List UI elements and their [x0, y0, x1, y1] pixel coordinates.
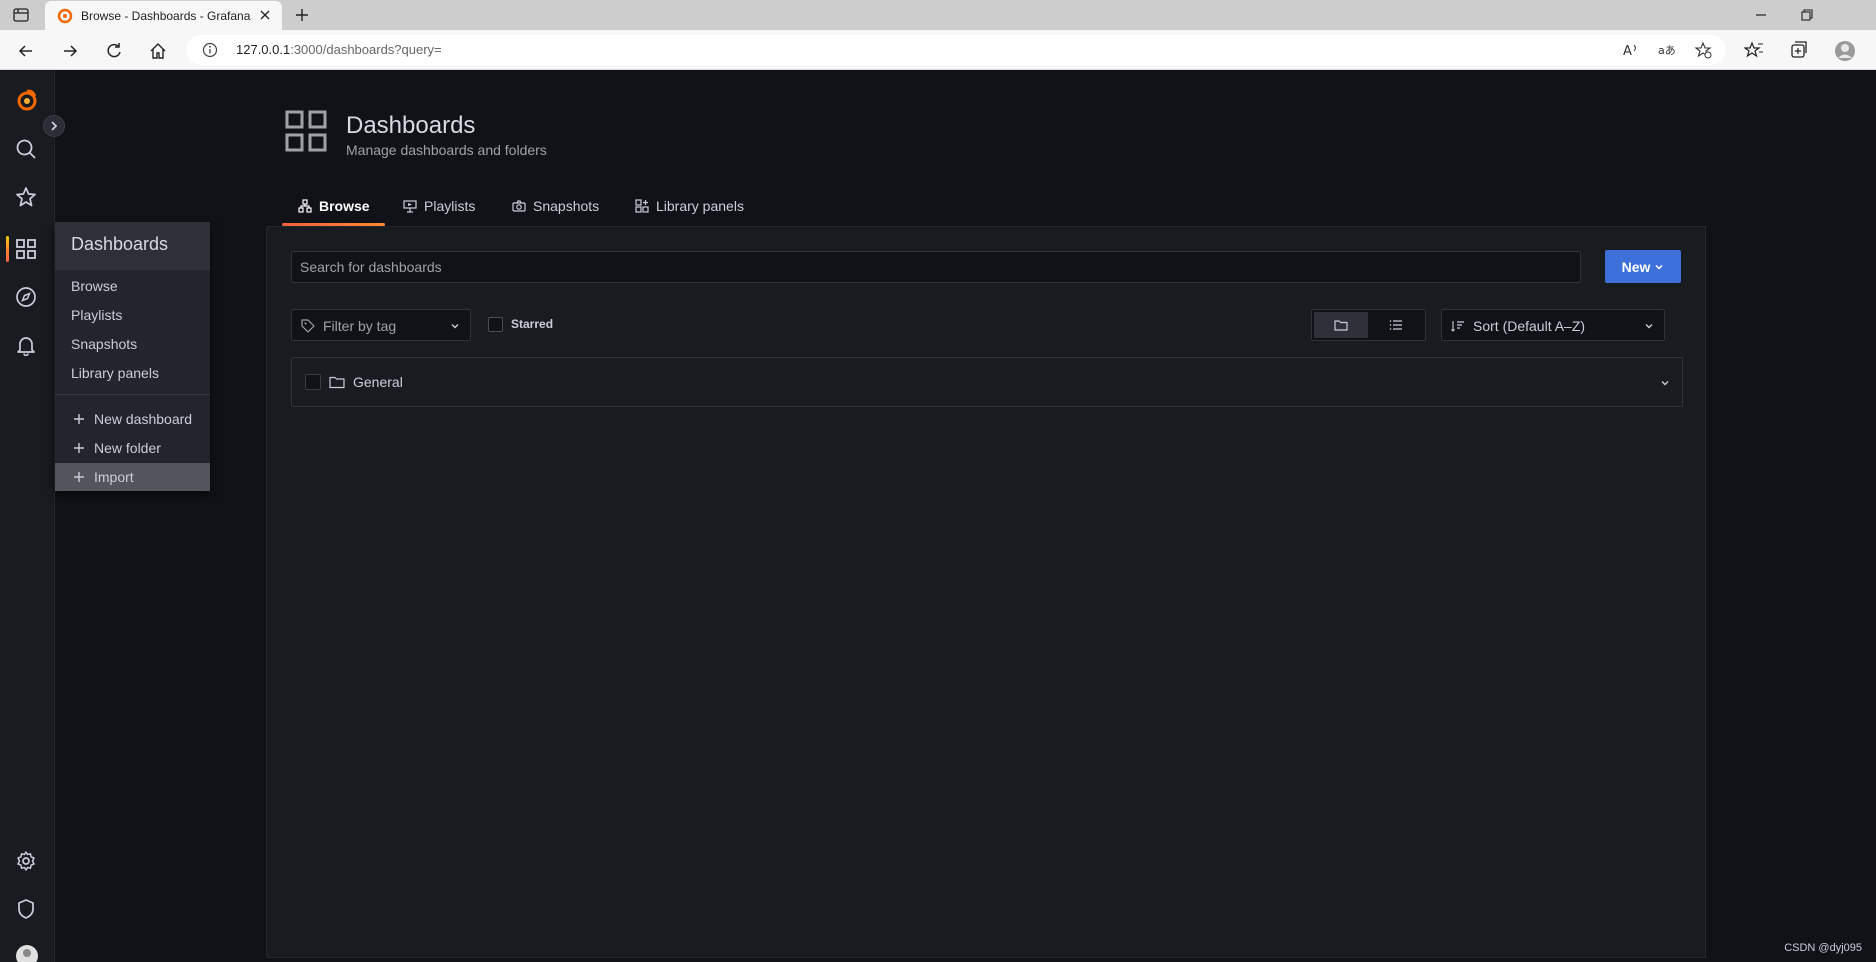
- folder-view-button[interactable]: [1314, 312, 1368, 338]
- folder-icon: [1334, 320, 1348, 331]
- tab-playlists[interactable]: Playlists: [403, 188, 475, 224]
- new-tab-icon[interactable]: [293, 6, 311, 24]
- refresh-icon[interactable]: [104, 41, 124, 61]
- tab-browse[interactable]: Browse: [298, 188, 370, 224]
- tab-browse-label: Browse: [319, 198, 370, 214]
- flyout-new-folder-label: New folder: [94, 440, 161, 456]
- window-controls: [1736, 0, 1876, 30]
- flyout-divider: [55, 394, 210, 395]
- flyout-header[interactable]: Dashboards: [55, 222, 210, 270]
- shield-icon[interactable]: [15, 898, 37, 920]
- add-favorite-icon[interactable]: [1694, 41, 1712, 59]
- chevron-down-icon: [1645, 324, 1653, 329]
- flyout-item-library-panels[interactable]: Library panels: [55, 359, 210, 387]
- sort-select-value: Sort (Default A–Z): [1473, 318, 1586, 334]
- browser-addressbar: 127.0.0.1:3000/dashboards?query= A aあ: [0, 30, 1876, 70]
- flyout-new-dashboard-label: New dashboard: [94, 411, 193, 427]
- chevron-down-icon: [451, 324, 459, 329]
- read-aloud-icon[interactable]: A: [1622, 41, 1640, 59]
- search-input[interactable]: [291, 251, 1581, 283]
- browse-panel: New Filter by tag Starred Sort (Default …: [266, 226, 1706, 958]
- svg-text:aあ: aあ: [1658, 44, 1676, 57]
- page-title: Dashboards: [346, 112, 476, 139]
- browser-tabbar: Browse - Dashboards - Grafana: [0, 0, 1876, 30]
- flyout-item-playlists[interactable]: Playlists: [55, 301, 210, 329]
- grafana-favicon-icon: [57, 8, 73, 24]
- presentation-icon: [403, 200, 417, 213]
- camera-icon: [512, 200, 526, 212]
- tab-actions-icon[interactable]: [12, 6, 30, 24]
- starred-checkbox[interactable]: [488, 317, 503, 332]
- new-button-label: New: [1621, 258, 1651, 275]
- view-toggle: [1311, 309, 1426, 341]
- plus-icon: [74, 472, 84, 482]
- page-subtitle: Manage dashboards and folders: [346, 142, 547, 158]
- forward-icon[interactable]: [60, 41, 80, 61]
- url-path: :3000/dashboards?query=: [290, 42, 442, 57]
- expand-menu-button[interactable]: [43, 115, 65, 137]
- folder-checkbox[interactable]: [305, 374, 321, 390]
- tag-icon: [301, 319, 315, 333]
- home-icon[interactable]: [148, 41, 168, 61]
- browser-tab-title: Browse - Dashboards - Grafana: [81, 9, 251, 23]
- tag-filter-placeholder: Filter by tag: [323, 318, 397, 334]
- plus-icon: [74, 443, 84, 453]
- chevron-down-icon: [1655, 264, 1663, 270]
- tab-playlists-label: Playlists: [424, 198, 476, 214]
- dashboards-flyout-menu: Dashboards Browse Playlists Snapshots Li…: [55, 222, 210, 491]
- close-tab-icon[interactable]: [258, 8, 272, 22]
- sitemap-icon: [298, 199, 312, 213]
- user-avatar[interactable]: [15, 944, 38, 962]
- tab-library-panels[interactable]: Library panels: [635, 188, 744, 224]
- grafana-app: Dashboards Browse Playlists Snapshots Li…: [0, 70, 1876, 962]
- url-host: 127.0.0.1: [236, 42, 291, 57]
- flyout-new-folder[interactable]: New folder: [55, 434, 210, 462]
- browser-tab[interactable]: Browse - Dashboards - Grafana: [45, 1, 282, 30]
- profile-avatar-icon[interactable]: [1834, 40, 1855, 61]
- restore-icon[interactable]: [1800, 8, 1814, 22]
- tag-filter-select[interactable]: Filter by tag: [291, 309, 471, 341]
- sort-amount-icon: [1451, 321, 1464, 332]
- folder-row-general[interactable]: General: [291, 357, 1683, 407]
- active-indicator: [6, 236, 9, 262]
- chevron-down-icon[interactable]: [1660, 378, 1670, 388]
- plus-icon: [74, 414, 84, 424]
- url-bar[interactable]: 127.0.0.1:3000/dashboards?query= A aあ: [186, 35, 1726, 65]
- svg-text:A: A: [1623, 44, 1632, 59]
- list-icon: [1389, 320, 1402, 330]
- dashboards-header-icon: [285, 110, 327, 152]
- search-icon[interactable]: [15, 138, 37, 160]
- tab-snapshots-label: Snapshots: [533, 198, 600, 214]
- flyout-item-browse[interactable]: Browse: [55, 272, 210, 300]
- folder-title: General: [353, 374, 403, 390]
- alerting-bell-icon[interactable]: [15, 334, 37, 356]
- folder-icon: [329, 376, 345, 389]
- minimize-icon[interactable]: [1754, 8, 1768, 22]
- watermark: CSDN @dyj095: [1784, 942, 1862, 954]
- list-view-button[interactable]: [1369, 312, 1423, 338]
- flyout-import-label: Import: [94, 469, 134, 485]
- tab-snapshots[interactable]: Snapshots: [512, 188, 599, 224]
- favorites-icon[interactable]: [1744, 40, 1764, 60]
- side-menu: [0, 70, 55, 962]
- collections-icon[interactable]: [1788, 40, 1808, 60]
- star-icon[interactable]: [15, 186, 37, 208]
- new-button[interactable]: New: [1605, 250, 1681, 283]
- back-icon[interactable]: [16, 41, 36, 61]
- flyout-import[interactable]: Import: [55, 463, 210, 491]
- site-info-icon[interactable]: [202, 42, 218, 58]
- settings-gear-icon[interactable]: [15, 850, 37, 872]
- starred-label[interactable]: Starred: [511, 317, 553, 331]
- tab-library-panels-label: Library panels: [656, 198, 744, 214]
- dashboards-icon[interactable]: [15, 238, 37, 260]
- grafana-logo-icon[interactable]: [15, 88, 37, 111]
- url-text: 127.0.0.1:3000/dashboards?query=: [236, 42, 442, 57]
- translate-icon[interactable]: aあ: [1658, 41, 1676, 59]
- explore-icon[interactable]: [15, 286, 37, 308]
- sort-select[interactable]: Sort (Default A–Z): [1441, 309, 1665, 341]
- apps-icon: [635, 199, 649, 213]
- flyout-new-dashboard[interactable]: New dashboard: [55, 405, 210, 433]
- flyout-item-snapshots[interactable]: Snapshots: [55, 330, 210, 358]
